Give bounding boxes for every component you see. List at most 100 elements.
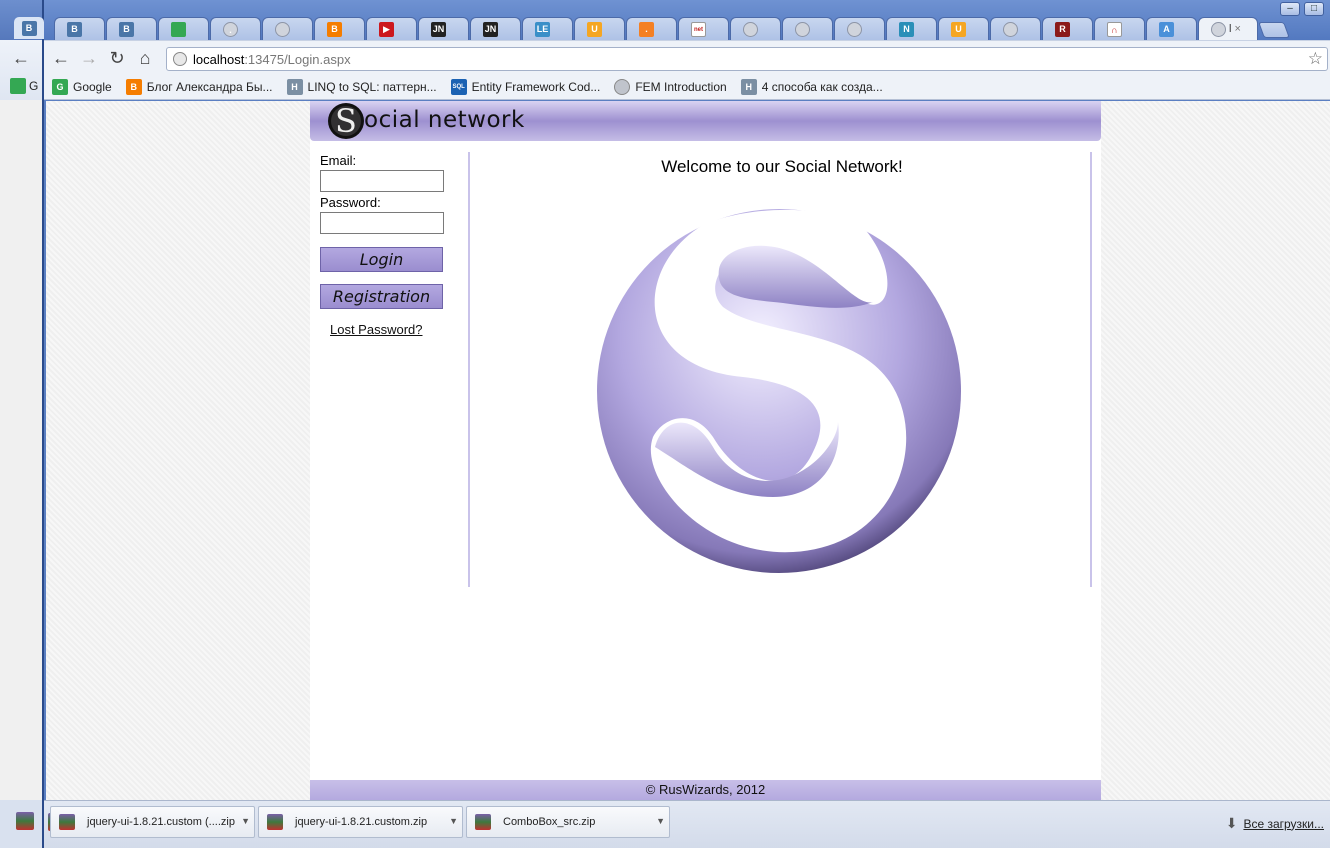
- browser-tab[interactable]: [990, 17, 1041, 40]
- browser-tab[interactable]: .: [210, 17, 261, 40]
- bookmark-item[interactable]: G Google: [52, 79, 112, 95]
- browser-tab[interactable]: ▶: [366, 17, 417, 40]
- tab-strip: B B. B ▶ JN JN LE U. net N U R ∩ Al ×: [54, 17, 1290, 41]
- archive-icon: [59, 814, 75, 830]
- globe-icon: .: [223, 21, 238, 37]
- browser-tab[interactable]: LE: [522, 17, 573, 40]
- browser-tab[interactable]: JN: [470, 17, 521, 40]
- browser-tab-active[interactable]: l ×: [1198, 17, 1258, 40]
- navigation-toolbar: ← → ↻ ⌂ localhost:13475/Login.aspx ☆: [44, 40, 1330, 75]
- browser-tab[interactable]: [834, 17, 885, 40]
- background-toolbar: ← G: [0, 40, 42, 100]
- bookmark-star-icon[interactable]: ☆: [1308, 49, 1323, 69]
- browser-tab[interactable]: JN: [418, 17, 469, 40]
- youtube-icon: ▶: [379, 21, 394, 37]
- dropdown-arrow-icon[interactable]: ▼: [656, 816, 665, 826]
- page-viewport: S ocial network Email: Password: Login R…: [46, 101, 1330, 800]
- google-icon: G: [52, 79, 68, 95]
- bookmark-label: Google: [73, 80, 112, 94]
- blogger-icon: B: [125, 79, 142, 95]
- new-tab-button[interactable]: [1258, 22, 1290, 38]
- maximize-button[interactable]: □: [1304, 2, 1324, 16]
- bookmark-item[interactable]: SQL Entity Framework Cod...: [450, 79, 601, 95]
- back-arrow-icon: ←: [52, 48, 70, 68]
- address-bar[interactable]: localhost:13475/Login.aspx ☆: [166, 47, 1328, 71]
- download-filename: jquery-ui-1.8.21.custom.zip: [295, 816, 428, 828]
- browser-tab[interactable]: B: [54, 17, 105, 40]
- reload-button[interactable]: ↻: [106, 49, 128, 69]
- globe-icon: [743, 21, 758, 37]
- email-label: Email:: [320, 153, 357, 168]
- download-item[interactable]: jquery-ui-1.8.21.custom (....zip ▼: [50, 806, 255, 838]
- password-field[interactable]: [320, 212, 444, 234]
- sqlru-icon: SQL: [450, 79, 467, 95]
- browser-tab[interactable]: U: [574, 17, 625, 40]
- vk-icon: B: [67, 21, 82, 37]
- login-button[interactable]: Login: [320, 247, 443, 272]
- close-tab-icon[interactable]: ×: [1234, 23, 1240, 35]
- bookmark-item[interactable]: H LINQ to SQL: паттерн...: [286, 79, 437, 95]
- registration-button[interactable]: Registration: [320, 284, 443, 309]
- browser-tab[interactable]: N: [886, 17, 937, 40]
- browser-tab[interactable]: ∩: [1094, 17, 1145, 40]
- archive-icon: [267, 814, 283, 830]
- browser-tab[interactable]: B: [106, 17, 157, 40]
- bookmark-item[interactable]: B Блог Александра Бы...: [125, 79, 273, 95]
- download-filename: ComboBox_src.zip: [503, 816, 596, 828]
- google-icon: [171, 21, 186, 37]
- blogger-icon: B: [327, 21, 342, 37]
- r-icon: R: [1055, 21, 1070, 37]
- lost-password-link[interactable]: Lost Password?: [330, 322, 423, 337]
- reload-icon: ↻: [109, 48, 125, 68]
- globe-icon: [614, 79, 631, 95]
- bookmark-google[interactable]: G: [10, 78, 38, 94]
- browser-tab[interactable]: [782, 17, 833, 40]
- browser-tab[interactable]: R: [1042, 17, 1093, 40]
- back-button[interactable]: ←: [50, 49, 72, 69]
- email-field[interactable]: [320, 170, 444, 192]
- browser-tab[interactable]: A: [1146, 17, 1197, 40]
- site-logo-text: ocial network: [364, 107, 525, 133]
- browser-tab[interactable]: U: [938, 17, 989, 40]
- globe-icon: [795, 21, 810, 37]
- arch-icon: ∩: [1107, 21, 1122, 37]
- all-downloads-link[interactable]: ⬇ Все загрузки...: [1226, 815, 1324, 832]
- browser-tab[interactable]: [158, 17, 209, 40]
- forward-button[interactable]: →: [78, 49, 100, 69]
- archive-icon[interactable]: [16, 812, 34, 830]
- browser-tab[interactable]: [730, 17, 781, 40]
- browser-tab[interactable]: B: [314, 17, 365, 40]
- window-controls: – □: [1280, 2, 1324, 16]
- title-bar: – □ B B. B ▶ JN JN LE U. net N U R ∩ Al ×: [44, 0, 1330, 40]
- download-item[interactable]: jquery-ui-1.8.21.custom.zip ▼: [258, 806, 463, 838]
- bookmark-label: Entity Framework Cod...: [471, 80, 601, 94]
- jn-icon: JN: [431, 21, 446, 37]
- dropdown-arrow-icon[interactable]: ▼: [241, 816, 250, 826]
- dropdown-arrow-icon[interactable]: ▼: [449, 816, 458, 826]
- browser-tab[interactable]: net: [678, 17, 729, 40]
- url-host: localhost: [193, 51, 245, 67]
- bookmarks-bar: G Google B Блог Александра Бы... H LINQ to SQ…: [44, 75, 1330, 100]
- site-logo-icon[interactable]: S: [326, 101, 366, 140]
- welcome-heading: Welcome to our Social Network!: [661, 157, 903, 176]
- site-header: S ocial network: [310, 101, 1101, 141]
- bookmark-item[interactable]: FEM Introduction: [614, 79, 727, 95]
- download-item[interactable]: ComboBox_src.zip ▼: [466, 806, 670, 838]
- browser-tab[interactable]: [262, 17, 313, 40]
- background-browser-window: B ← G: [0, 0, 44, 848]
- back-arrow-icon[interactable]: ←: [12, 48, 30, 69]
- site-footer: © RusWizards, 2012: [310, 780, 1101, 800]
- jn-icon: JN: [483, 21, 498, 37]
- background-tab[interactable]: B: [14, 17, 44, 39]
- site-container: S ocial network Email: Password: Login R…: [310, 101, 1101, 800]
- bookmark-label: G: [29, 79, 39, 93]
- browser-tab[interactable]: .: [626, 17, 677, 40]
- background-page: [0, 100, 42, 800]
- password-label: Password:: [320, 195, 381, 210]
- login-sidebar: Email: Password: Login Registration Lost…: [310, 152, 470, 587]
- home-button[interactable]: ⌂: [134, 49, 156, 69]
- minimize-button[interactable]: –: [1280, 2, 1300, 16]
- forward-arrow-icon: →: [80, 48, 98, 68]
- bookmark-item[interactable]: H 4 способа как созда...: [740, 79, 883, 95]
- le-icon: LE: [535, 21, 550, 37]
